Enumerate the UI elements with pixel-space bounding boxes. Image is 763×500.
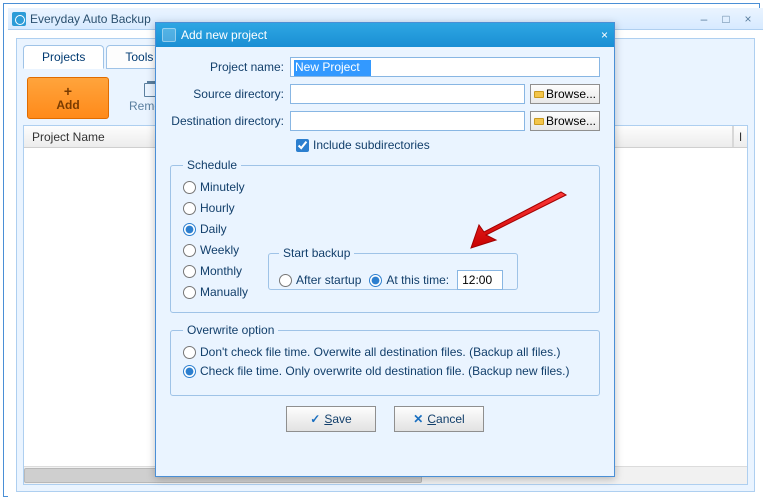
tab-projects[interactable]: Projects xyxy=(23,45,104,69)
app-frame: Everyday Auto Backup – □ × Projects Tool… xyxy=(3,3,760,497)
check-icon: ✓ xyxy=(310,412,320,426)
minimize-button[interactable]: – xyxy=(693,12,715,26)
radio-overwrite-all[interactable]: Don't check file time. Overwite all dest… xyxy=(183,345,587,359)
label-dest-dir: Destination directory: xyxy=(170,114,290,128)
radio-at-this-time[interactable]: At this time: xyxy=(369,273,449,287)
cancel-button[interactable]: ✕Cancel xyxy=(394,406,484,432)
dialog-buttons: ✓Save ✕Cancel xyxy=(170,406,600,432)
dialog-icon xyxy=(162,28,176,42)
close-button[interactable]: × xyxy=(737,12,759,26)
overwrite-group: Overwrite option Don't check file time. … xyxy=(170,323,600,396)
row-dest-dir: Destination directory: Browse... xyxy=(170,111,600,131)
add-button[interactable]: + Add xyxy=(27,77,109,119)
add-label: Add xyxy=(56,98,79,112)
schedule-group: Schedule Minutely Hourly Daily Weekly Mo… xyxy=(170,158,600,313)
row-include-sub: Include subdirectories xyxy=(296,138,600,152)
radio-after-startup[interactable]: After startup xyxy=(279,273,361,287)
maximize-button[interactable]: □ xyxy=(715,12,737,26)
dialog-titlebar: Add new project × xyxy=(156,23,614,47)
radio-minutely[interactable]: Minutely xyxy=(183,180,248,194)
radio-monthly[interactable]: Monthly xyxy=(183,264,248,278)
dialog-body: Project name: Source directory: Browse..… xyxy=(156,47,614,442)
radio-manually[interactable]: Manually xyxy=(183,285,248,299)
save-button[interactable]: ✓Save xyxy=(286,406,376,432)
radio-weekly[interactable]: Weekly xyxy=(183,243,248,257)
input-time[interactable] xyxy=(457,270,503,290)
col-end[interactable]: I xyxy=(733,126,747,147)
toolbar: + Add Remove xyxy=(27,77,174,119)
start-backup-legend: Start backup xyxy=(279,246,354,260)
label-project-name: Project name: xyxy=(170,60,290,74)
input-dest-dir[interactable] xyxy=(290,111,525,131)
overwrite-legend: Overwrite option xyxy=(183,323,278,337)
input-project-name[interactable] xyxy=(290,57,600,77)
add-project-dialog: Add new project × Project name: Source d… xyxy=(155,22,615,477)
row-project-name: Project name: xyxy=(170,57,600,77)
label-source-dir: Source directory: xyxy=(170,87,290,101)
folder-icon xyxy=(534,91,544,98)
cross-icon: ✕ xyxy=(413,412,423,426)
checkbox-include-sub[interactable] xyxy=(296,139,309,152)
start-backup-group: Start backup After startup At this time: xyxy=(268,246,518,290)
folder-icon xyxy=(534,118,544,125)
schedule-legend: Schedule xyxy=(183,158,241,172)
plus-icon: + xyxy=(64,84,72,98)
radio-hourly[interactable]: Hourly xyxy=(183,201,248,215)
input-source-dir[interactable] xyxy=(290,84,525,104)
radio-daily[interactable]: Daily xyxy=(183,222,248,236)
app-icon xyxy=(12,12,26,26)
dialog-title: Add new project xyxy=(181,28,601,42)
tabbar: Projects Tools xyxy=(23,45,174,69)
dialog-close-button[interactable]: × xyxy=(601,28,608,42)
browse-source-button[interactable]: Browse... xyxy=(530,84,600,104)
row-source-dir: Source directory: Browse... xyxy=(170,84,600,104)
schedule-options: Minutely Hourly Daily Weekly Monthly Man… xyxy=(183,180,248,300)
radio-overwrite-new[interactable]: Check file time. Only overwrite old dest… xyxy=(183,364,587,378)
browse-dest-button[interactable]: Browse... xyxy=(530,111,600,131)
label-include-sub: Include subdirectories xyxy=(313,138,430,152)
